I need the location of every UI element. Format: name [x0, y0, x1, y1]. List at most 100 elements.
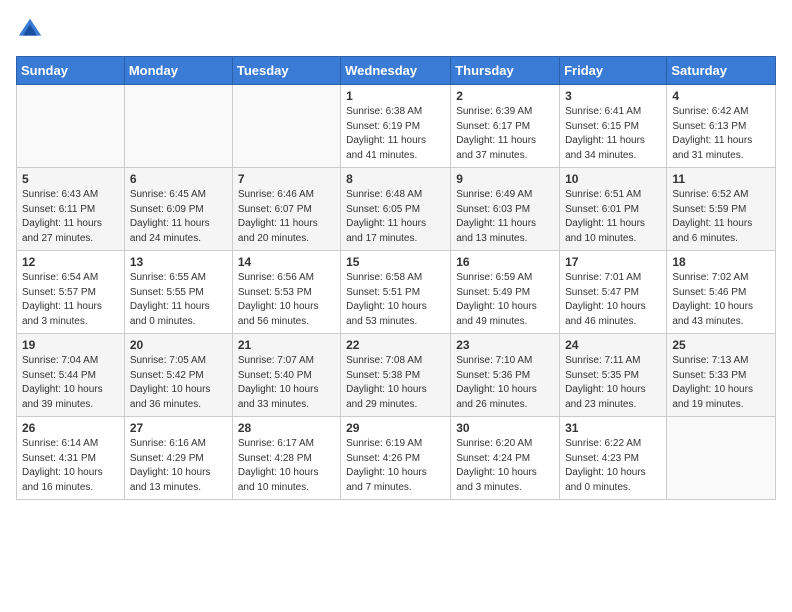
calendar-cell: 14 Sunrise: 6:56 AM Sunset: 5:53 PM Dayli…	[232, 251, 340, 334]
cell-content: Sunrise: 6:16 AM Sunset: 4:29 PM Dayligh…	[130, 437, 227, 495]
day-number: 24	[565, 338, 661, 352]
cell-content: Sunrise: 6:52 AM Sunset: 5:59 PM Dayligh…	[672, 188, 770, 246]
calendar-cell: 18Sunrise: 7:02 AM Sunset: 5:46 PM Dayli…	[667, 251, 776, 334]
calendar-cell: 31Sunrise: 6:22 AM Sunset: 4:23 PM Dayli…	[560, 417, 667, 500]
calendar-cell	[232, 85, 340, 168]
calendar-cell: 22 Sunrise: 7:08 AM Sunset: 5:38 PM Dayli…	[341, 334, 451, 417]
day-number: 4	[672, 89, 770, 103]
day-number: 25	[672, 338, 770, 352]
calendar-week-3: 12Sunrise: 6:54 AM Sunset: 5:57 PM Dayli…	[17, 251, 776, 334]
cell-content: Sunrise: 6:38 AM Sunset: 6:19 PM Dayligh…	[346, 105, 445, 163]
calendar-cell: 30Sunrise: 6:20 AM Sunset: 4:24 PM Dayli…	[451, 417, 560, 500]
day-number: 5	[22, 172, 119, 186]
cell-content: Sunrise: 6:41 AM Sunset: 6:15 PM Dayligh…	[565, 105, 661, 163]
page-header	[16, 16, 776, 44]
weekday-header-tuesday: Tuesday	[232, 57, 340, 85]
day-number: 6	[130, 172, 227, 186]
day-number: 21	[238, 338, 335, 352]
cell-content: Sunrise: 6:54 AM Sunset: 5:57 PM Dayligh…	[22, 271, 119, 329]
calendar-cell: 5 Sunrise: 6:43 AM Sunset: 6:11 PM Daylig…	[17, 168, 125, 251]
calendar-cell: 3Sunrise: 6:41 AM Sunset: 6:15 PM Daylig…	[560, 85, 667, 168]
cell-content: Sunrise: 7:07 AM Sunset: 5:40 PM Dayligh…	[238, 354, 335, 412]
day-number: 20	[130, 338, 227, 352]
calendar-cell: 15 Sunrise: 6:58 AM Sunset: 5:51 PM Dayli…	[341, 251, 451, 334]
day-number: 19	[22, 338, 119, 352]
calendar-cell	[17, 85, 125, 168]
calendar-cell: 12Sunrise: 6:54 AM Sunset: 5:57 PM Dayli…	[17, 251, 125, 334]
weekday-header-sunday: Sunday	[17, 57, 125, 85]
calendar-cell: 13 Sunrise: 6:55 AM Sunset: 5:55 PM Dayli…	[124, 251, 232, 334]
day-number: 1	[346, 89, 445, 103]
day-number: 11	[672, 172, 770, 186]
cell-content: Sunrise: 6:39 AM Sunset: 6:17 PM Dayligh…	[456, 105, 554, 163]
cell-content: Sunrise: 6:14 AM Sunset: 4:31 PM Dayligh…	[22, 437, 119, 495]
weekday-header-monday: Monday	[124, 57, 232, 85]
cell-content: Sunrise: 6:58 AM Sunset: 5:51 PM Dayligh…	[346, 271, 445, 329]
calendar-week-1: 1 Sunrise: 6:38 AM Sunset: 6:19 PM Daylig…	[17, 85, 776, 168]
day-number: 7	[238, 172, 335, 186]
day-number: 2	[456, 89, 554, 103]
cell-content: Sunrise: 6:55 AM Sunset: 5:55 PM Dayligh…	[130, 271, 227, 329]
calendar-cell: 16 Sunrise: 6:59 AM Sunset: 5:49 PM Dayli…	[451, 251, 560, 334]
calendar-cell: 1 Sunrise: 6:38 AM Sunset: 6:19 PM Daylig…	[341, 85, 451, 168]
calendar-cell: 4 Sunrise: 6:42 AM Sunset: 6:13 PM Daylig…	[667, 85, 776, 168]
calendar-cell: 17Sunrise: 7:01 AM Sunset: 5:47 PM Dayli…	[560, 251, 667, 334]
calendar-cell: 19 Sunrise: 7:04 AM Sunset: 5:44 PM Dayli…	[17, 334, 125, 417]
cell-content: Sunrise: 6:46 AM Sunset: 6:07 PM Dayligh…	[238, 188, 335, 246]
weekday-header-row: SundayMondayTuesdayWednesdayThursdayFrid…	[17, 57, 776, 85]
calendar-cell: 29 Sunrise: 6:19 AM Sunset: 4:26 PM Dayli…	[341, 417, 451, 500]
cell-content: Sunrise: 6:43 AM Sunset: 6:11 PM Dayligh…	[22, 188, 119, 246]
day-number: 22	[346, 338, 445, 352]
calendar-cell: 8 Sunrise: 6:48 AM Sunset: 6:05 PM Daylig…	[341, 168, 451, 251]
cell-content: Sunrise: 6:51 AM Sunset: 6:01 PM Dayligh…	[565, 188, 661, 246]
calendar-week-2: 5 Sunrise: 6:43 AM Sunset: 6:11 PM Daylig…	[17, 168, 776, 251]
day-number: 8	[346, 172, 445, 186]
cell-content: Sunrise: 7:05 AM Sunset: 5:42 PM Dayligh…	[130, 354, 227, 412]
cell-content: Sunrise: 7:08 AM Sunset: 5:38 PM Dayligh…	[346, 354, 445, 412]
logo-icon	[16, 16, 44, 44]
cell-content: Sunrise: 6:45 AM Sunset: 6:09 PM Dayligh…	[130, 188, 227, 246]
day-number: 16	[456, 255, 554, 269]
cell-content: Sunrise: 7:13 AM Sunset: 5:33 PM Dayligh…	[672, 354, 770, 412]
cell-content: Sunrise: 7:04 AM Sunset: 5:44 PM Dayligh…	[22, 354, 119, 412]
day-number: 17	[565, 255, 661, 269]
weekday-header-thursday: Thursday	[451, 57, 560, 85]
calendar-cell: 9Sunrise: 6:49 AM Sunset: 6:03 PM Daylig…	[451, 168, 560, 251]
calendar-cell: 24 Sunrise: 7:11 AM Sunset: 5:35 PM Dayli…	[560, 334, 667, 417]
calendar-cell	[667, 417, 776, 500]
calendar-cell: 25 Sunrise: 7:13 AM Sunset: 5:33 PM Dayli…	[667, 334, 776, 417]
day-number: 10	[565, 172, 661, 186]
weekday-header-friday: Friday	[560, 57, 667, 85]
day-number: 18	[672, 255, 770, 269]
weekday-header-saturday: Saturday	[667, 57, 776, 85]
logo	[16, 16, 48, 44]
calendar-cell: 28Sunrise: 6:17 AM Sunset: 4:28 PM Dayli…	[232, 417, 340, 500]
calendar-cell	[124, 85, 232, 168]
cell-content: Sunrise: 6:48 AM Sunset: 6:05 PM Dayligh…	[346, 188, 445, 246]
cell-content: Sunrise: 7:11 AM Sunset: 5:35 PM Dayligh…	[565, 354, 661, 412]
day-number: 27	[130, 421, 227, 435]
cell-content: Sunrise: 7:10 AM Sunset: 5:36 PM Dayligh…	[456, 354, 554, 412]
calendar-cell: 2 Sunrise: 6:39 AM Sunset: 6:17 PM Daylig…	[451, 85, 560, 168]
cell-content: Sunrise: 6:59 AM Sunset: 5:49 PM Dayligh…	[456, 271, 554, 329]
calendar-cell: 23 Sunrise: 7:10 AM Sunset: 5:36 PM Dayli…	[451, 334, 560, 417]
weekday-header-wednesday: Wednesday	[341, 57, 451, 85]
day-number: 15	[346, 255, 445, 269]
day-number: 31	[565, 421, 661, 435]
cell-content: Sunrise: 6:19 AM Sunset: 4:26 PM Dayligh…	[346, 437, 445, 495]
calendar-cell: 6 Sunrise: 6:45 AM Sunset: 6:09 PM Daylig…	[124, 168, 232, 251]
cell-content: Sunrise: 6:49 AM Sunset: 6:03 PM Dayligh…	[456, 188, 554, 246]
cell-content: Sunrise: 6:42 AM Sunset: 6:13 PM Dayligh…	[672, 105, 770, 163]
calendar-cell: 21 Sunrise: 7:07 AM Sunset: 5:40 PM Dayli…	[232, 334, 340, 417]
calendar-cell: 7 Sunrise: 6:46 AM Sunset: 6:07 PM Daylig…	[232, 168, 340, 251]
day-number: 23	[456, 338, 554, 352]
cell-content: Sunrise: 6:56 AM Sunset: 5:53 PM Dayligh…	[238, 271, 335, 329]
cell-content: Sunrise: 6:17 AM Sunset: 4:28 PM Dayligh…	[238, 437, 335, 495]
calendar-table: SundayMondayTuesdayWednesdayThursdayFrid…	[16, 56, 776, 500]
day-number: 14	[238, 255, 335, 269]
day-number: 13	[130, 255, 227, 269]
day-number: 26	[22, 421, 119, 435]
calendar-week-5: 26 Sunrise: 6:14 AM Sunset: 4:31 PM Dayli…	[17, 417, 776, 500]
calendar-cell: 11 Sunrise: 6:52 AM Sunset: 5:59 PM Dayli…	[667, 168, 776, 251]
day-number: 29	[346, 421, 445, 435]
